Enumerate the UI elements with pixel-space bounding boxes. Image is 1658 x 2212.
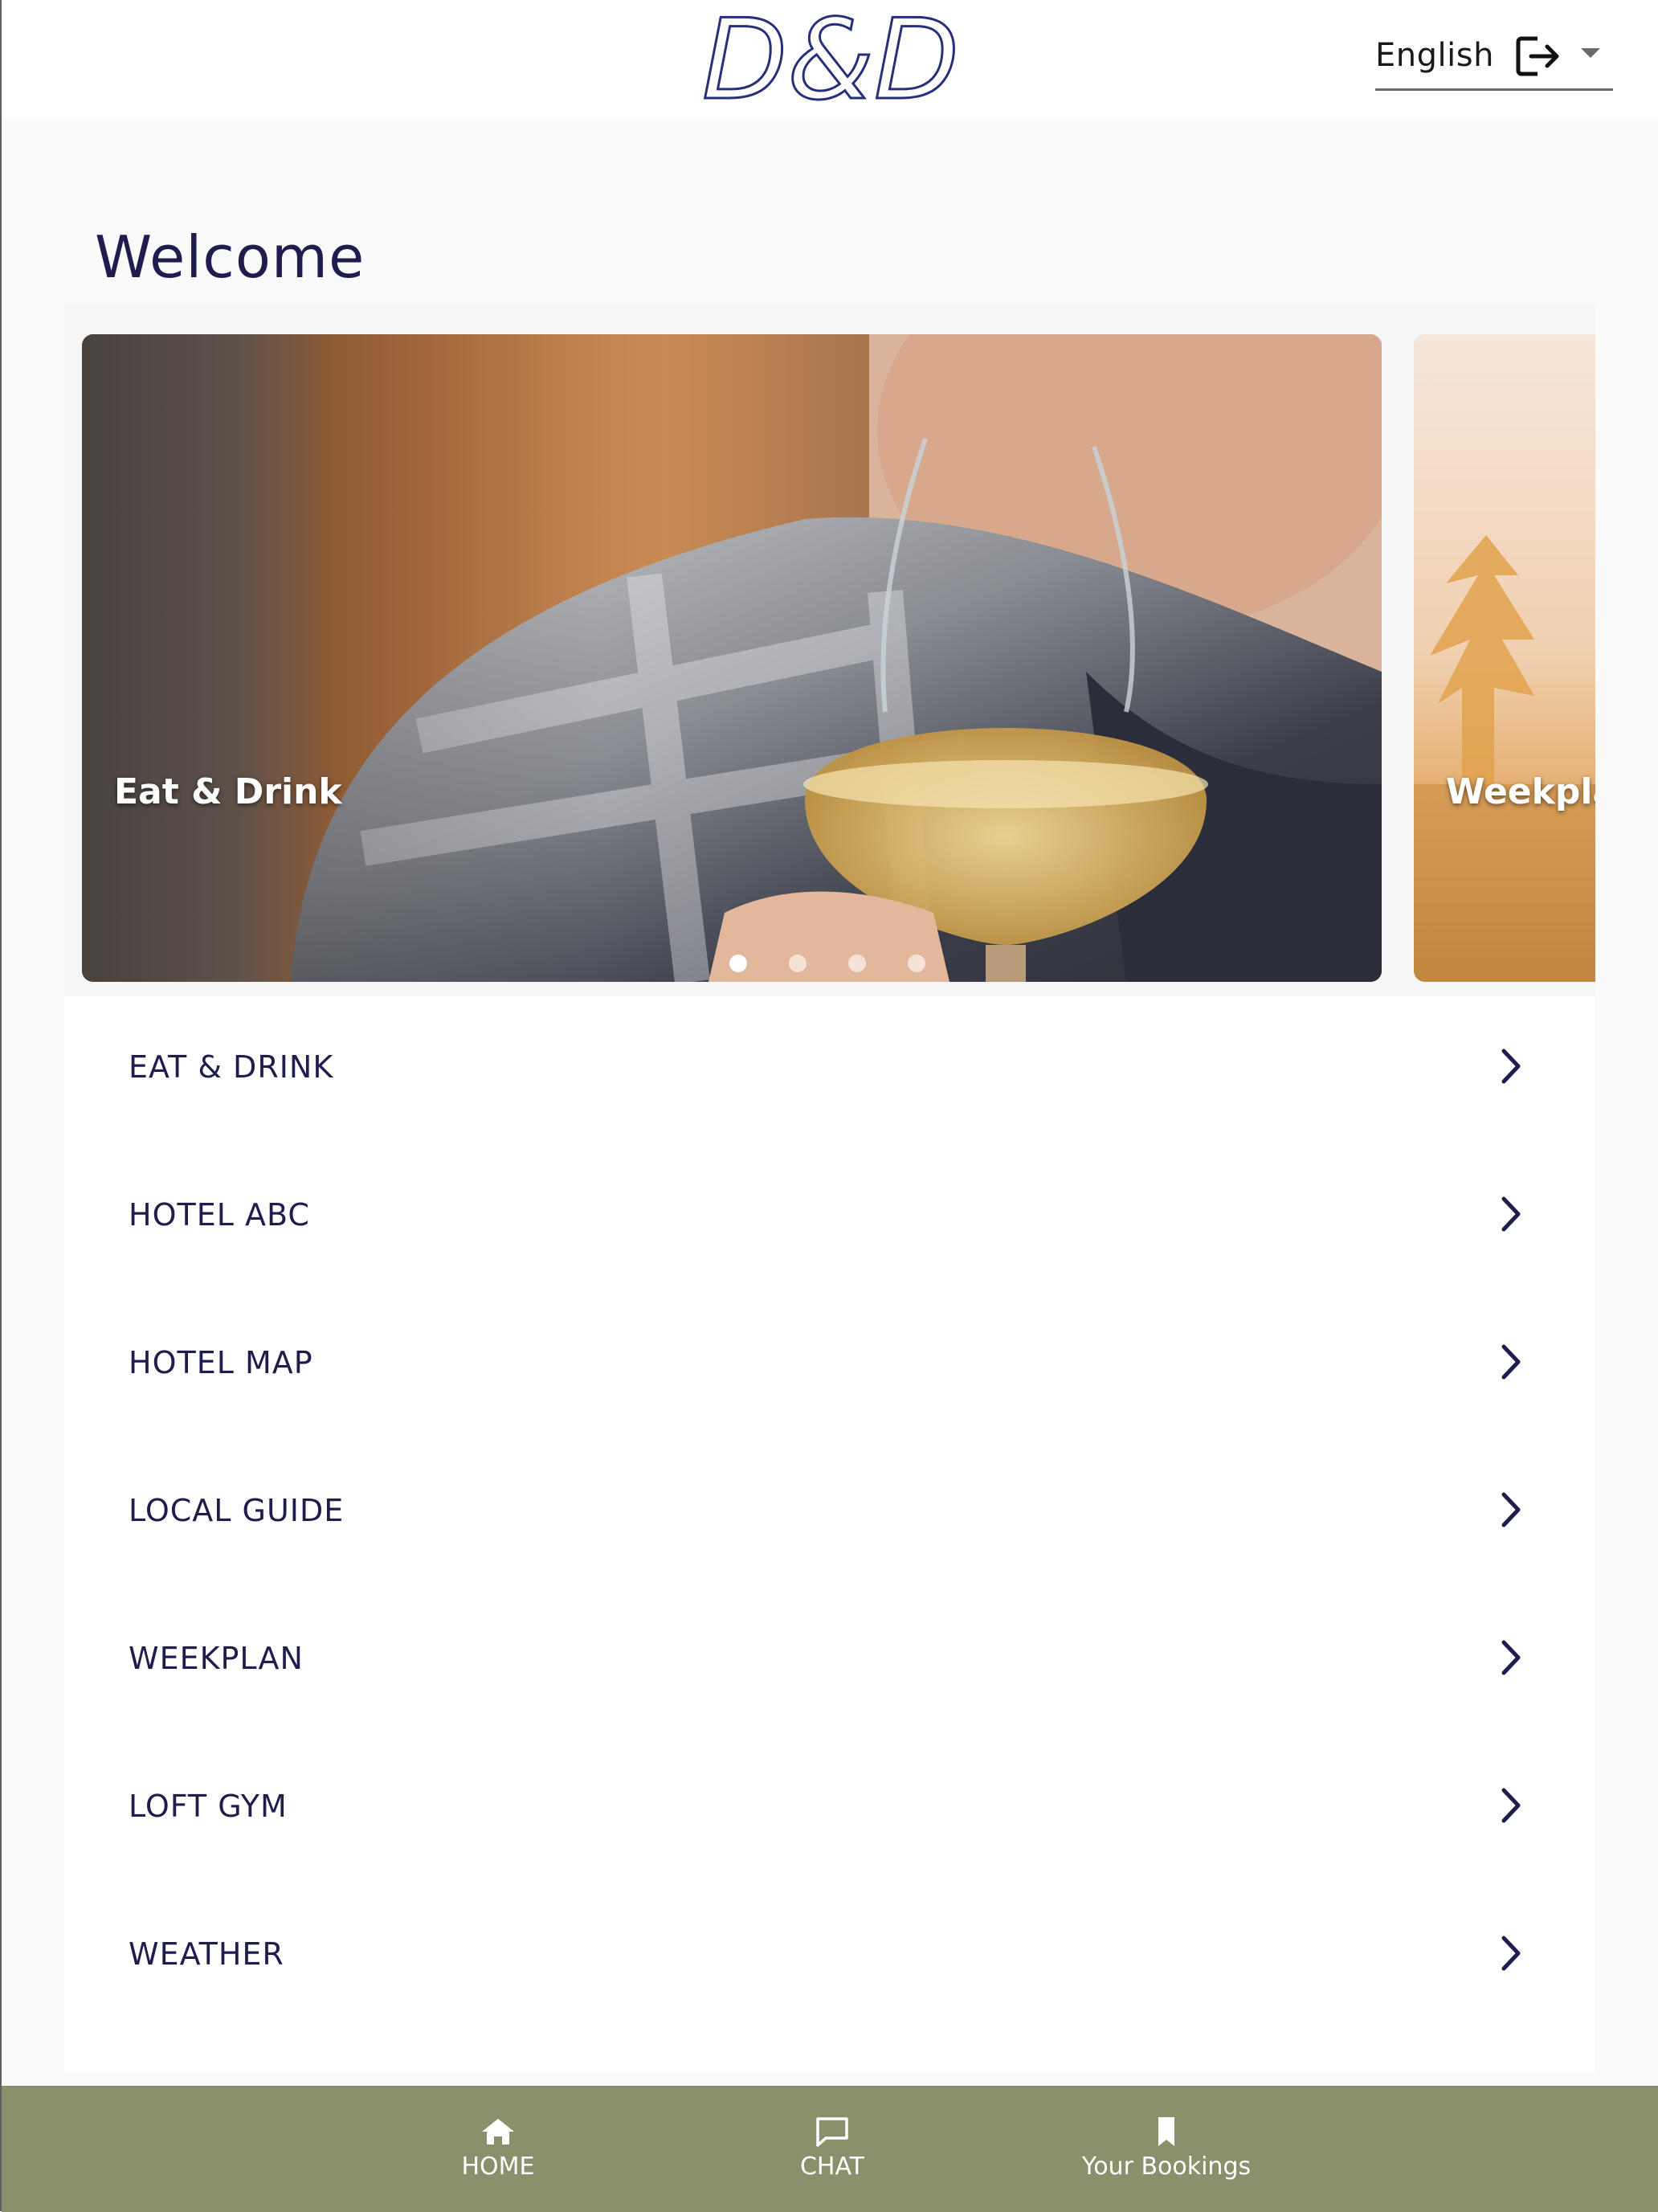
- chevron-down-icon[interactable]: [1581, 48, 1600, 58]
- carousel-dot-2[interactable]: [789, 955, 807, 972]
- brand-logo-text: D&D: [702, 11, 959, 108]
- top-header: D&D English: [2, 0, 1658, 119]
- chevron-right-icon: [1501, 1788, 1521, 1823]
- sunset-tree-image: [1414, 334, 1595, 982]
- language-selected-value: English: [1375, 37, 1494, 74]
- chevron-right-icon: [1501, 1640, 1521, 1675]
- chevron-right-icon: [1501, 1936, 1521, 1971]
- menu-item-label: LOCAL GUIDE: [129, 1493, 345, 1528]
- carousel-slide-weekplan[interactable]: Weekpla: [1414, 334, 1595, 982]
- menu-item-label: HOTEL MAP: [129, 1345, 313, 1380]
- carousel-slide-eat-drink[interactable]: Eat & Drink: [82, 334, 1382, 982]
- bookmark-icon: [1158, 2117, 1174, 2146]
- nav-chat[interactable]: CHAT: [712, 2087, 953, 2212]
- menu-item-weather[interactable]: WEATHER: [64, 1883, 1595, 2031]
- menu-item-loft-gym[interactable]: LOFT GYM: [64, 1736, 1595, 1883]
- nav-your-bookings[interactable]: Your Bookings: [1046, 2087, 1287, 2212]
- wine-tasting-image: [82, 334, 1382, 982]
- bottom-nav-bar: HOME CHAT Your Bookings: [2, 2086, 1658, 2212]
- menu-item-label: EAT & DRINK: [129, 1049, 334, 1085]
- menu-item-eat-drink[interactable]: EAT & DRINK: [64, 996, 1595, 1144]
- chevron-right-icon: [1501, 1196, 1521, 1232]
- window-edge: [0, 0, 2, 2211]
- nav-home[interactable]: HOME: [378, 2087, 619, 2212]
- page-title: Welcome: [95, 223, 365, 292]
- brand-logo: D&D: [700, 11, 960, 108]
- slide-title: Eat & Drink: [114, 771, 342, 812]
- chat-icon: [816, 2117, 848, 2147]
- nav-chat-label: CHAT: [799, 2153, 865, 2181]
- nav-your-bookings-label: Your Bookings: [1081, 2153, 1252, 2181]
- menu-item-hotel-map[interactable]: HOTEL MAP: [64, 1292, 1595, 1440]
- nav-home-label: HOME: [461, 2153, 535, 2181]
- carousel-dot-1[interactable]: [729, 955, 747, 972]
- language-select[interactable]: English: [1375, 24, 1613, 91]
- home-icon: [482, 2119, 514, 2145]
- featured-carousel[interactable]: Eat & Drink Weekpla: [64, 304, 1595, 996]
- main-menu-list: EAT & DRINK HOTEL ABC HOTEL MAP LOCAL GU…: [64, 996, 1595, 2031]
- menu-item-local-guide[interactable]: LOCAL GUIDE: [64, 1440, 1595, 1588]
- menu-item-label: LOFT GYM: [129, 1789, 288, 1824]
- chevron-right-icon: [1501, 1049, 1521, 1084]
- menu-item-label: WEEKPLAN: [129, 1641, 304, 1676]
- menu-item-weekplan[interactable]: WEEKPLAN: [64, 1588, 1595, 1736]
- carousel-dot-4[interactable]: [908, 955, 925, 972]
- menu-item-label: WEATHER: [129, 1936, 284, 1972]
- menu-item-label: HOTEL ABC: [129, 1197, 310, 1233]
- chevron-right-icon: [1501, 1492, 1521, 1527]
- carousel-dot-3[interactable]: [848, 955, 866, 972]
- menu-item-hotel-abc[interactable]: HOTEL ABC: [64, 1144, 1595, 1292]
- chevron-right-icon: [1501, 1344, 1521, 1380]
- slide-title: Weekpla: [1446, 771, 1595, 812]
- logout-icon[interactable]: [1513, 32, 1562, 80]
